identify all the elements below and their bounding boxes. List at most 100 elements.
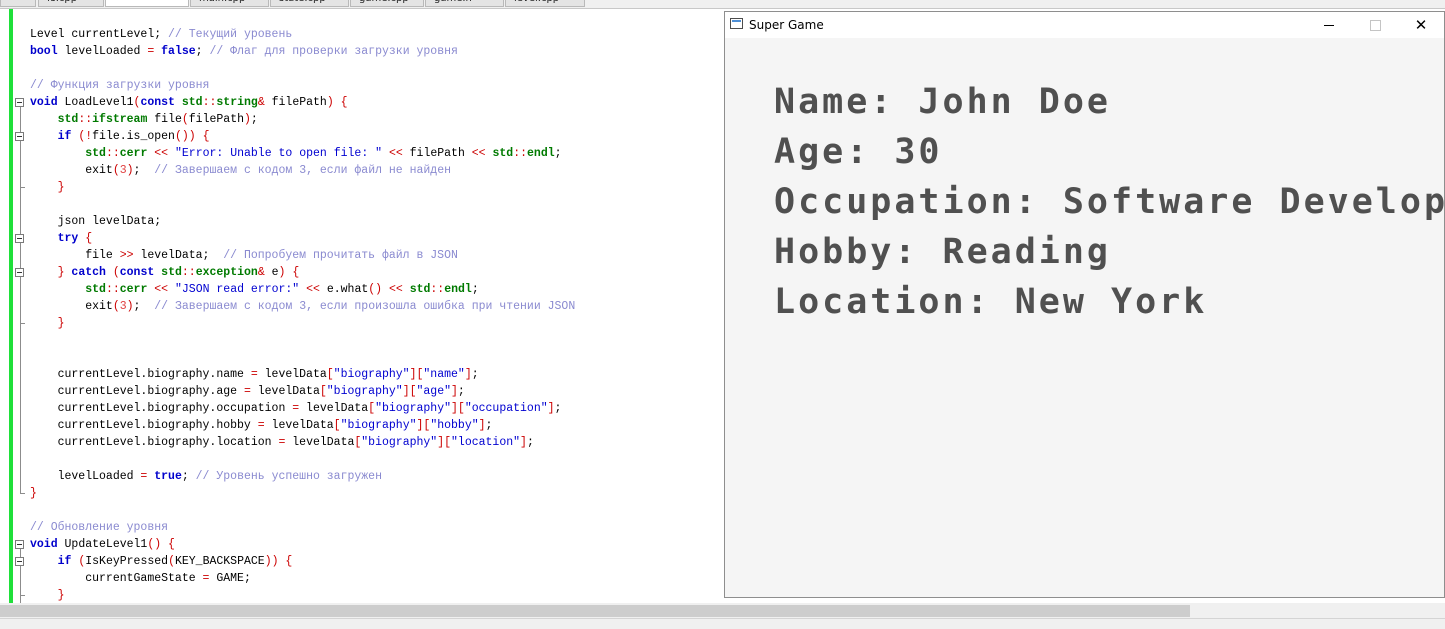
code-line[interactable]: exit(3); // Завершаем с кодом 3, если фа…	[30, 162, 575, 179]
code-line[interactable]: std::cerr << "JSON read error:" << e.wha…	[30, 281, 575, 298]
code-token: }	[30, 487, 37, 500]
code-line[interactable]: }	[30, 315, 575, 332]
biography-text-line: Occupation: Software Developer	[774, 182, 1444, 222]
code-token: {	[202, 130, 210, 143]
code-line[interactable]	[30, 332, 575, 349]
app-window-icon	[730, 18, 743, 29]
code-line[interactable]: json levelData;	[30, 213, 575, 230]
code-token: "biography"	[326, 385, 403, 398]
code-token: "location"	[451, 436, 521, 449]
scrollbar-thumb[interactable]	[0, 605, 1190, 617]
code-token: (	[112, 300, 120, 313]
code-line[interactable]: currentLevel.biography.age = levelData["…	[30, 383, 575, 400]
code-line[interactable]	[30, 349, 575, 366]
code-token: // Попробуем прочитать файл в JSON	[223, 249, 458, 262]
editor-tab[interactable]: state.cpp	[270, 0, 349, 7]
code-token: <<	[388, 147, 403, 160]
fold-guide-line	[20, 107, 21, 493]
code-line[interactable]: } catch (const std::exception& e) {	[30, 264, 575, 281]
fold-toggle-icon[interactable]	[15, 557, 24, 566]
editor-tab[interactable]: fs.cpp	[38, 0, 104, 7]
code-line[interactable]: if (IsKeyPressed(KEY_BACKSPACE)) {	[30, 553, 575, 570]
code-line[interactable]	[30, 502, 575, 519]
code-token: currentLevel.biography.location	[30, 436, 279, 449]
code-line[interactable]: void LoadLevel1(const std::string& fileP…	[30, 94, 575, 111]
code-line[interactable]: // Функция загрузки уровня	[30, 77, 575, 94]
fold-toggle-icon[interactable]	[15, 268, 24, 277]
code-line[interactable]: std::ifstream file(filePath);	[30, 111, 575, 128]
code-line[interactable]: if (!file.is_open()) {	[30, 128, 575, 145]
code-line[interactable]: currentLevel.biography.occupation = leve…	[30, 400, 575, 417]
code-token: std	[161, 266, 182, 279]
code-token: "biography"	[361, 436, 438, 449]
code-line[interactable]: bool levelLoaded = false; // Флаг для пр…	[30, 43, 575, 60]
window-titlebar[interactable]: Super Game ✕	[725, 12, 1444, 38]
code-line[interactable]: }	[30, 587, 575, 603]
code-line[interactable]: exit(3); // Завершаем с кодом 3, если пр…	[30, 298, 575, 315]
game-window[interactable]: Super Game ✕ Name: John Doe Age: 30 Occupa…	[724, 11, 1445, 598]
code-line[interactable]: try {	[30, 230, 575, 247]
code-line[interactable]: std::cerr << "Error: Unable to open file…	[30, 145, 575, 162]
fold-toggle-icon[interactable]	[15, 98, 24, 107]
code-token: =	[243, 385, 251, 398]
code-token: e.what	[319, 283, 369, 296]
code-line[interactable]: currentLevel.biography.hobby = levelData…	[30, 417, 575, 434]
code-token: // Текущий уровень	[168, 28, 293, 41]
code-line[interactable]: // Обновление уровня	[30, 519, 575, 536]
code-token: "biography"	[340, 419, 417, 432]
editor-tab[interactable]: level.cpp	[505, 0, 585, 7]
close-button[interactable]: ✕	[1398, 12, 1444, 38]
code-token: ::	[513, 147, 528, 160]
code-token: // Обновление уровня	[30, 521, 169, 534]
code-token: exit	[30, 164, 113, 177]
editor-tab[interactable]: main.cpp	[190, 0, 269, 7]
fold-toggle-icon[interactable]	[15, 132, 24, 141]
code-token: ;	[133, 300, 155, 313]
code-token: ;	[554, 147, 562, 160]
maximize-button[interactable]	[1352, 12, 1398, 38]
editor-tab[interactable]	[105, 0, 189, 7]
code-line[interactable]	[30, 60, 575, 77]
code-line[interactable]: Level currentLevel; // Текущий уровень	[30, 26, 575, 43]
code-editor[interactable]: Level currentLevel; // Текущий уровень bo…	[0, 9, 725, 603]
code-line[interactable]: void UpdateLevel1() {	[30, 536, 575, 553]
code-token: ))	[264, 555, 279, 568]
code-line[interactable]: currentLevel.biography.name = levelData[…	[30, 366, 575, 383]
minimize-button[interactable]	[1306, 12, 1352, 38]
code-token: ]	[547, 402, 555, 415]
code-line[interactable]: currentGameState = GAME;	[30, 570, 575, 587]
fold-toggle-icon[interactable]	[15, 540, 24, 549]
fold-toggle-icon[interactable]	[15, 234, 24, 243]
code-line[interactable]: file >> levelData; // Попробуем прочитат…	[30, 247, 575, 264]
code-token: UpdateLevel1	[57, 538, 148, 551]
editor-tab[interactable]: game.cpp	[350, 0, 424, 7]
code-line[interactable]	[30, 196, 575, 213]
code-token: {	[292, 266, 300, 279]
code-line[interactable]: }	[30, 179, 575, 196]
code-token: e	[264, 266, 279, 279]
code-token: // Флаг для проверки загрузки уровня	[209, 45, 458, 58]
code-area[interactable]: Level currentLevel; // Текущий уровень bo…	[30, 26, 575, 603]
code-token: "age"	[416, 385, 452, 398]
code-line[interactable]: currentLevel.biography.location = levelD…	[30, 434, 575, 451]
code-line[interactable]: levelLoaded = true; // Уровень успешно з…	[30, 468, 575, 485]
code-token: ifstream	[92, 113, 148, 126]
status-strip	[0, 618, 1445, 629]
code-token: ()	[147, 538, 162, 551]
code-line[interactable]	[30, 451, 575, 468]
code-token: {	[340, 96, 348, 109]
code-token: {	[168, 538, 175, 551]
code-token: ;	[181, 470, 196, 483]
code-token: file.is_open	[92, 130, 175, 143]
code-line[interactable]: }	[30, 485, 575, 502]
editor-tab[interactable]	[0, 0, 36, 7]
code-token: endl	[527, 147, 555, 160]
code-token: ())	[174, 130, 196, 143]
editor-tab[interactable]: game.h	[425, 0, 504, 7]
horizontal-scrollbar[interactable]	[0, 603, 1445, 618]
